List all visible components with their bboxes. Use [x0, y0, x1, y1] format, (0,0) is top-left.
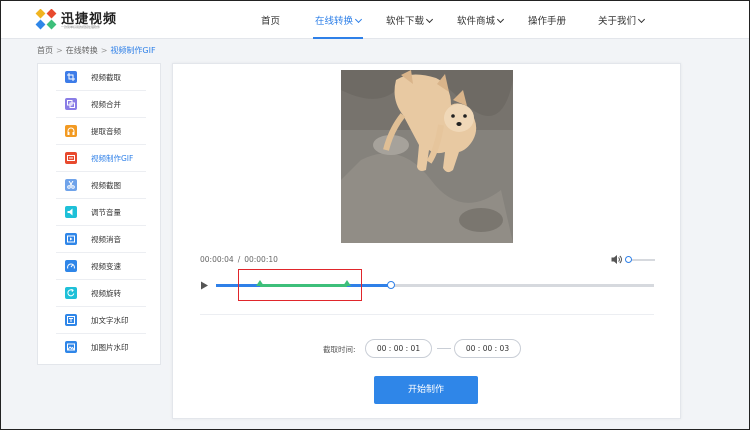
- text-watermark-icon: [65, 314, 77, 326]
- breadcrumb-separator: >: [100, 46, 108, 55]
- sidebar-item-label: 提取音频: [91, 127, 121, 136]
- speed-icon: [65, 260, 77, 272]
- sidebar-item-label: 视频消音: [91, 235, 121, 244]
- sidebar-item-video-rotate[interactable]: 视频旋转: [56, 280, 146, 307]
- gif-icon: [65, 152, 77, 164]
- video-frame-image: [341, 70, 513, 243]
- chevron-down-icon: [496, 15, 505, 24]
- nav-home[interactable]: 首页: [261, 13, 280, 39]
- speaker-icon[interactable]: [611, 254, 622, 265]
- nav-label: 软件下载: [386, 16, 425, 27]
- sidebar-item-label: 加文字水印: [91, 316, 129, 325]
- sidebar-item-adjust-volume[interactable]: 调节音量: [56, 199, 146, 226]
- sidebar-item-extract-audio[interactable]: 提取音频: [56, 118, 146, 145]
- volume-icon: [65, 206, 77, 218]
- logo[interactable]: 迅捷视频 一款简单好用的视频处理软件: [35, 7, 145, 33]
- nav-label: 首页: [261, 16, 281, 27]
- sidebar-item-label: 视频制作GIF: [91, 154, 134, 163]
- nav-label: 在线转换: [315, 16, 354, 27]
- sidebar-item-video-gif[interactable]: 视频制作GIF: [56, 145, 146, 172]
- image-watermark-icon: [65, 341, 77, 353]
- nav-label: 操作手册: [528, 16, 567, 27]
- sidebar-item-image-watermark[interactable]: 加图片水印: [56, 334, 146, 361]
- gif-editor-panel: 00:00:04/00:00:10 截取时间: 00 : 00 : 01 00 …: [172, 63, 681, 419]
- volume-knob[interactable]: [625, 256, 633, 263]
- merge-icon: [65, 98, 77, 110]
- rotate-icon: [65, 287, 77, 299]
- chevron-down-icon: [637, 15, 646, 24]
- sidebar-item-text-watermark[interactable]: 加文字水印: [56, 307, 146, 334]
- nav-software-download[interactable]: 软件下载: [386, 13, 434, 39]
- sidebar-item-video-merge[interactable]: 视频合并: [56, 91, 146, 118]
- sidebar-item-label: 视频截取: [91, 73, 121, 82]
- volume-control[interactable]: [611, 254, 657, 266]
- start-making-button[interactable]: 开始制作: [374, 376, 478, 404]
- breadcrumb-home[interactable]: 首页: [37, 46, 53, 55]
- time-display: 00:00:04/00:00:10: [200, 255, 278, 264]
- selection-highlight-box: [238, 269, 362, 301]
- nav-software-store[interactable]: 软件商城: [457, 13, 505, 39]
- sidebar-item-label: 加图片水印: [91, 343, 129, 352]
- crop-icon: [65, 71, 77, 83]
- volume-slider[interactable]: [625, 256, 655, 263]
- nav-label: 关于我们: [598, 16, 637, 27]
- brand-slogan: 一款简单好用的视频处理软件: [61, 25, 101, 29]
- clip-start-time-input[interactable]: 00 : 00 : 01: [365, 339, 432, 358]
- sidebar-item-label: 视频截图: [91, 181, 121, 190]
- range-dash: [437, 348, 451, 349]
- sidebar-item-video-screenshot[interactable]: 视频截图: [56, 172, 146, 199]
- site-header: 迅捷视频 一款简单好用的视频处理软件 首页 在线转换 软件下载 软件商城 操作手…: [1, 1, 749, 39]
- playhead-knob[interactable]: [387, 281, 396, 289]
- nav-manual[interactable]: 操作手册: [528, 13, 566, 39]
- logo-mark-icon: [35, 9, 57, 30]
- chevron-down-icon: [425, 15, 434, 24]
- duration: 00:00:10: [244, 255, 278, 264]
- breadcrumb-current: 视频制作GIF: [110, 46, 156, 55]
- breadcrumb-separator: >: [56, 46, 63, 55]
- current-time: 00:00:04: [200, 255, 234, 264]
- headphone-icon: [65, 125, 77, 137]
- clip-end-time-input[interactable]: 00 : 00 : 03: [454, 339, 521, 358]
- sidebar-item-video-speed[interactable]: 视频变速: [56, 253, 146, 280]
- sidebar-item-label: 视频合并: [91, 100, 121, 109]
- mute-video-icon: [65, 233, 77, 245]
- scissors-icon: [65, 179, 77, 191]
- nav-about-us[interactable]: 关于我们: [598, 13, 646, 39]
- sidebar-item-video-crop[interactable]: 视频截取: [56, 64, 146, 91]
- panel-divider: [200, 314, 654, 315]
- nav-online-convert[interactable]: 在线转换: [312, 13, 364, 39]
- sidebar-item-label: 视频变速: [91, 262, 121, 271]
- sidebar-item-video-mute[interactable]: 视频消音: [56, 226, 146, 253]
- nav-label: 软件商城: [457, 16, 496, 27]
- play-icon[interactable]: [200, 281, 209, 290]
- sidebar-item-label: 视频旋转: [91, 289, 121, 298]
- clip-time-label: 截取时间:: [323, 345, 356, 354]
- tool-sidebar: 视频截取 视频合并 提取音频 视频制作GIF 视频截图 调节音量 视频消音 视频…: [37, 63, 161, 365]
- chevron-down-icon: [354, 15, 363, 24]
- breadcrumb: 首页 > 在线转换 > 视频制作GIF: [37, 45, 156, 56]
- video-preview[interactable]: [341, 70, 513, 243]
- breadcrumb-online-convert[interactable]: 在线转换: [66, 46, 98, 55]
- time-separator: /: [237, 255, 241, 264]
- sidebar-item-label: 调节音量: [91, 208, 121, 217]
